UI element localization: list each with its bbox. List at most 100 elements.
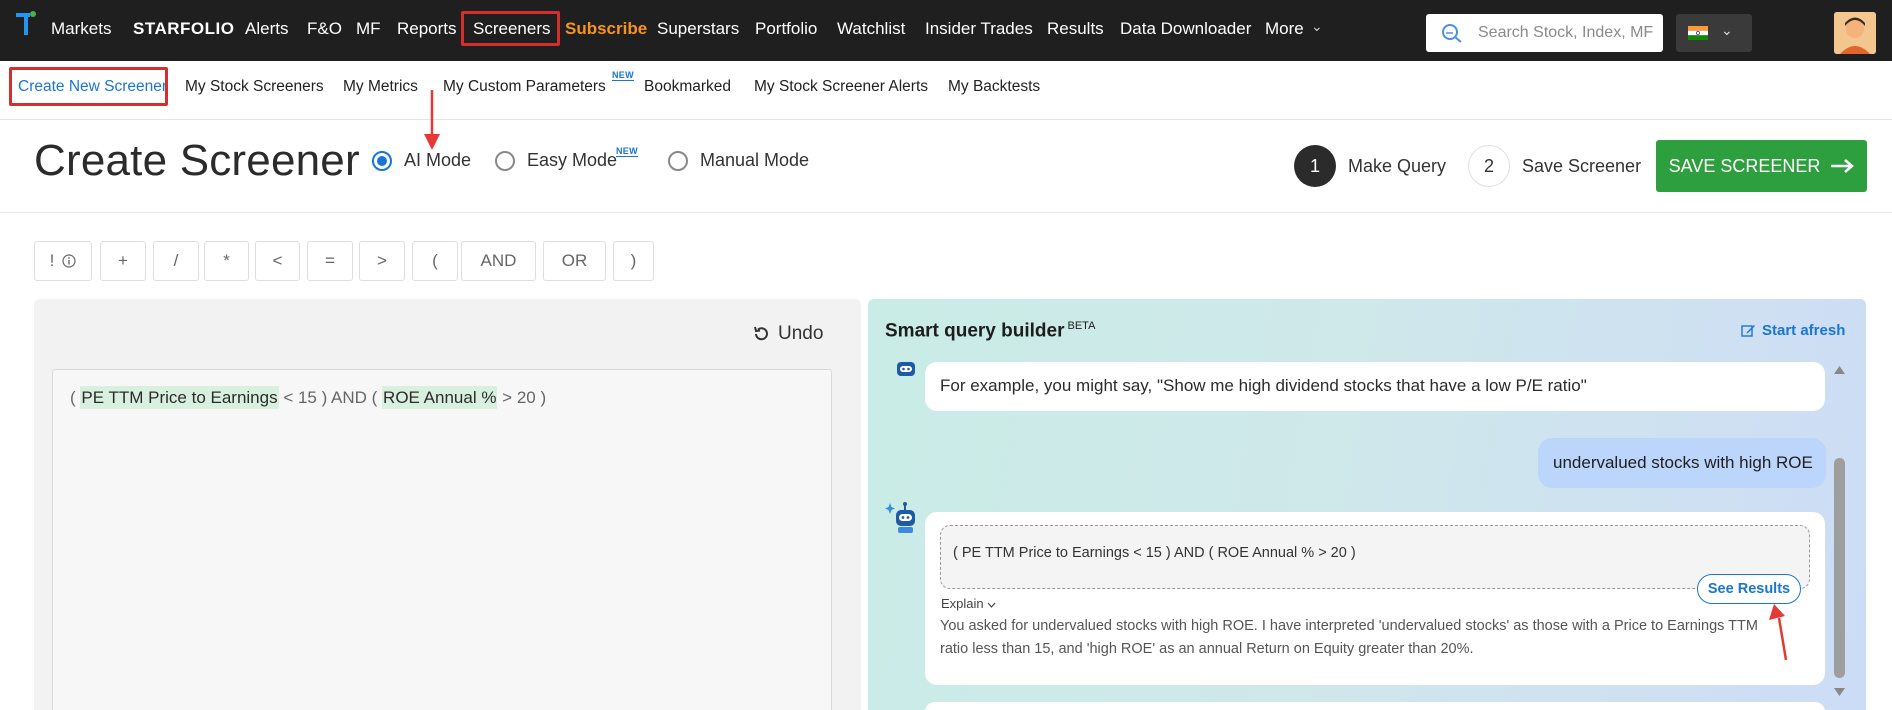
subnav-create-new-screener[interactable]: Create New Screener — [18, 61, 167, 113]
nav-watchlist[interactable]: Watchlist — [837, 0, 905, 61]
country-selector[interactable]: ⌄ — [1676, 14, 1752, 52]
save-screener-button[interactable]: SAVE SCREENER — [1656, 140, 1867, 192]
smart-title-text: Smart query builder — [885, 320, 1065, 342]
query-editor[interactable] — [52, 369, 832, 710]
radio-empty-icon — [495, 150, 515, 171]
sub-navbar: Create New Screener My Stock Screeners M… — [0, 61, 1892, 120]
nav-subscribe[interactable]: Subscribe — [565, 0, 647, 61]
chevron-down-icon — [987, 602, 996, 608]
search-input[interactable] — [1478, 24, 1658, 42]
new-badge: NEW — [612, 70, 634, 81]
nav-mf[interactable]: MF — [356, 0, 381, 61]
operator-and[interactable]: AND — [461, 241, 536, 281]
edit-icon — [1741, 325, 1755, 337]
save-screener-label: SAVE SCREENER — [1668, 155, 1821, 176]
bot-message-bubble: For example, you might say, "Show me hig… — [925, 362, 1825, 411]
trendlyne-logo[interactable] — [14, 10, 38, 40]
avatar-icon — [1834, 12, 1876, 54]
new-badge: NEW — [616, 146, 638, 157]
undo-label: Undo — [778, 323, 824, 344]
bot-message-text: For example, you might say, "Show me hig… — [940, 376, 1587, 395]
nav-markets[interactable]: Markets — [51, 0, 111, 61]
nav-starfolio[interactable]: STARFOLIO — [133, 0, 234, 61]
operator-greater-than[interactable]: > — [359, 241, 405, 281]
query-text[interactable]: ( PE TTM Price to Earnings < 15 ) AND ( … — [70, 386, 547, 409]
query-token-roe-annual[interactable]: ROE Annual % — [382, 386, 498, 409]
step-number: 1 — [1294, 145, 1336, 187]
query-segment: > 20 ) — [497, 388, 547, 407]
operator-or[interactable]: OR — [543, 241, 606, 281]
beta-badge: BETA — [1067, 320, 1096, 332]
nav-alerts[interactable]: Alerts — [245, 0, 288, 61]
operator-not[interactable]: ! — [34, 241, 92, 281]
manual-mode-radio[interactable]: Manual Mode — [668, 150, 809, 171]
radio-empty-icon — [668, 150, 688, 171]
user-message-bubble: undervalued stocks with high ROE — [1538, 438, 1826, 488]
operator-close-paren[interactable]: ) — [613, 241, 654, 281]
explain-toggle[interactable]: Explain — [941, 596, 996, 611]
radio-label: AI Mode — [404, 150, 472, 170]
nav-results[interactable]: Results — [1047, 0, 1104, 61]
subnav-my-backtests[interactable]: My Backtests — [948, 61, 1040, 113]
nav-portfolio[interactable]: Portfolio — [755, 0, 817, 61]
subnav-stock-screener-alerts[interactable]: My Stock Screener Alerts — [754, 61, 928, 113]
radio-label: Easy Mode — [527, 150, 618, 170]
nav-fno[interactable]: F&O — [307, 0, 342, 61]
chevron-down-icon: ⌄ — [1311, 18, 1323, 34]
operator-equals[interactable]: = — [307, 241, 353, 281]
operator-multiply[interactable]: * — [204, 241, 249, 281]
step-label: Save Screener — [1522, 155, 1642, 176]
scroll-down-icon[interactable] — [1833, 686, 1846, 698]
top-navbar: Markets STARFOLIO Alerts F&O MF Reports … — [0, 0, 1892, 61]
subnav-my-metrics[interactable]: My Metrics — [343, 61, 418, 113]
operator-less-than[interactable]: < — [255, 241, 300, 281]
chat-scrollbar-thumb[interactable] — [1834, 458, 1845, 678]
subnav-my-custom-parameters[interactable]: My Custom Parameters — [443, 61, 606, 113]
operator-divide[interactable]: / — [153, 241, 199, 281]
nav-reports[interactable]: Reports — [397, 0, 457, 61]
operator-label: ! — [49, 251, 55, 270]
robot-sparkle-icon — [885, 502, 915, 533]
chevron-down-icon: ⌄ — [1721, 22, 1733, 38]
query-token-pe-ttm[interactable]: PE TTM Price to Earnings — [80, 386, 279, 409]
scroll-up-icon[interactable] — [1833, 364, 1846, 376]
nav-screeners[interactable]: Screeners — [473, 0, 550, 61]
ai-mode-radio[interactable]: AI Mode — [372, 150, 471, 171]
generated-query-text: ( PE TTM Price to Earnings < 15 ) AND ( … — [953, 545, 1356, 561]
page-title: Create Screener — [34, 136, 360, 185]
smart-query-builder-title: Smart query builder BETA — [885, 320, 1095, 342]
easy-mode-radio[interactable]: Easy Mode — [495, 150, 617, 171]
nav-superstars[interactable]: Superstars — [657, 0, 739, 61]
operator-open-paren[interactable]: ( — [412, 241, 458, 281]
search-icon — [1442, 24, 1462, 43]
step-save-screener: 2 Save Screener — [1468, 145, 1641, 187]
radio-label: Manual Mode — [700, 150, 810, 170]
header-divider — [0, 212, 1892, 213]
query-segment: ( — [70, 388, 81, 407]
user-message-text: undervalued stocks with high ROE — [1553, 453, 1813, 472]
info-icon — [62, 254, 76, 268]
operator-plus[interactable]: + — [100, 241, 146, 281]
next-message-bubble — [925, 702, 1825, 710]
user-avatar[interactable] — [1834, 12, 1876, 54]
radio-selected-icon — [372, 150, 392, 171]
explain-text: You asked for undervalued stocks with hi… — [940, 618, 1758, 657]
search-box[interactable] — [1426, 14, 1663, 52]
arrow-right-icon — [1831, 159, 1855, 173]
nav-insider-trades[interactable]: Insider Trades — [925, 0, 1033, 61]
nav-more[interactable]: More — [1265, 0, 1304, 61]
see-results-button[interactable]: See Results — [1697, 574, 1801, 604]
query-segment: < 15 ) AND ( — [278, 388, 383, 407]
undo-icon — [754, 326, 768, 341]
explain-label: Explain — [941, 596, 984, 611]
undo-button[interactable]: Undo — [752, 323, 823, 345]
india-flag-icon — [1688, 26, 1708, 40]
subnav-my-stock-screeners[interactable]: My Stock Screeners — [185, 61, 324, 113]
robot-icon — [897, 362, 915, 376]
step-number: 2 — [1468, 145, 1510, 187]
start-afresh-button[interactable]: Start afresh — [1741, 322, 1845, 339]
subnav-bookmarked[interactable]: Bookmarked — [644, 61, 731, 113]
step-label: Make Query — [1348, 155, 1447, 176]
start-afresh-label: Start afresh — [1762, 322, 1846, 339]
nav-data-downloader[interactable]: Data Downloader — [1120, 0, 1251, 61]
